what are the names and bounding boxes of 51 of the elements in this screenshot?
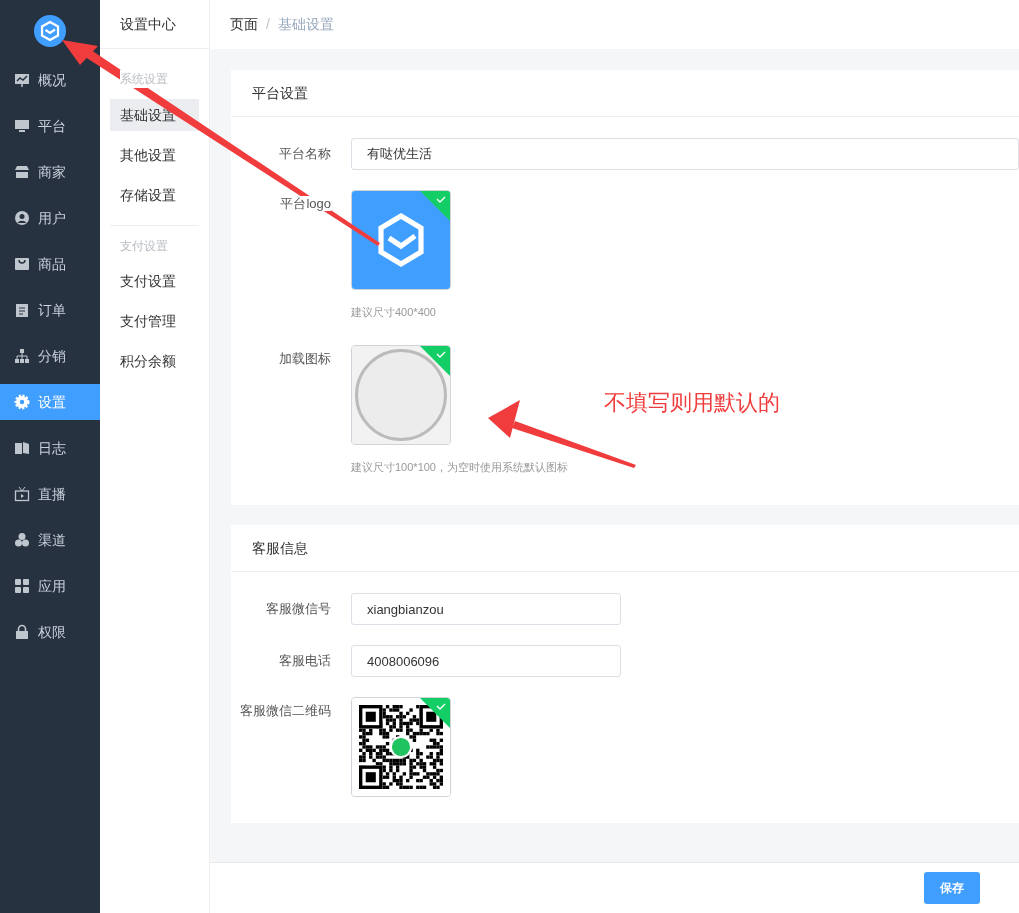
sidebar-item[interactable]: 权限: [0, 614, 100, 650]
field-label: 客服电话: [279, 653, 331, 668]
lock-icon: [14, 624, 30, 640]
sidebar-item[interactable]: 直播: [0, 476, 100, 512]
submenu-title: 设置中心: [120, 14, 176, 34]
sidebar-item[interactable]: 概况: [0, 62, 100, 98]
field-label: 客服微信二维码: [240, 703, 331, 718]
clipboard-icon: [14, 302, 30, 318]
hint-text: 建议尺寸100*100，为空时使用系统默认图标: [351, 459, 569, 475]
circles-icon: [14, 532, 30, 548]
field-label: 加载图标: [279, 350, 331, 366]
sidebar-item[interactable]: 平台: [0, 108, 100, 144]
text-input[interactable]: 4008006096: [351, 645, 621, 677]
submenu-item[interactable]: 其他设置: [110, 139, 199, 171]
breadcrumb-item[interactable]: 页面: [230, 14, 258, 35]
sidebar-item[interactable]: 渠道: [0, 522, 100, 558]
grid-icon: [14, 578, 30, 594]
submenu-item[interactable]: 支付管理: [110, 305, 199, 337]
tv-icon: [14, 486, 30, 502]
sidebar-item[interactable]: 分销: [0, 338, 100, 374]
group-heading: 系统设置: [120, 70, 168, 88]
submenu-item[interactable]: 积分余额: [110, 345, 199, 377]
separator: /: [266, 15, 270, 34]
logo-icon[interactable]: [34, 15, 66, 47]
text-input[interactable]: xiangbianzou: [351, 593, 621, 625]
book-icon: [14, 440, 30, 456]
user-icon: [14, 210, 30, 226]
sidebar-item[interactable]: 订单: [0, 292, 100, 328]
bag-icon: [14, 256, 30, 272]
card-title: 平台设置: [252, 83, 308, 103]
chart-icon: [14, 72, 30, 88]
sidebar-item[interactable]: 日志: [0, 430, 100, 466]
hint-text: 建议尺寸400*400: [351, 305, 437, 320]
sidebar-item[interactable]: 商品: [0, 246, 100, 282]
field-label: 客服微信号: [266, 601, 331, 616]
text-input[interactable]: 有哒优生活: [351, 138, 1019, 170]
image-upload[interactable]: [351, 697, 451, 797]
breadcrumb-item: 基础设置: [277, 15, 334, 34]
submenu-item[interactable]: 支付设置: [110, 265, 199, 297]
field-label: 平台名称: [279, 146, 331, 161]
card-title: 客服信息: [252, 538, 308, 558]
hierarchy-icon: [14, 348, 30, 364]
sidebar-item[interactable]: 用户: [0, 200, 100, 236]
annotation-text: 不填写则用默认的: [604, 389, 780, 417]
field-label: 平台logo: [280, 196, 331, 211]
gear-icon: [14, 394, 30, 410]
monitor-icon: [14, 118, 30, 134]
store-icon: [14, 164, 30, 180]
sidebar-item[interactable]: 商家: [0, 154, 100, 190]
sidebar-item[interactable]: 应用: [0, 568, 100, 604]
submenu-item[interactable]: 存储设置: [110, 179, 199, 211]
